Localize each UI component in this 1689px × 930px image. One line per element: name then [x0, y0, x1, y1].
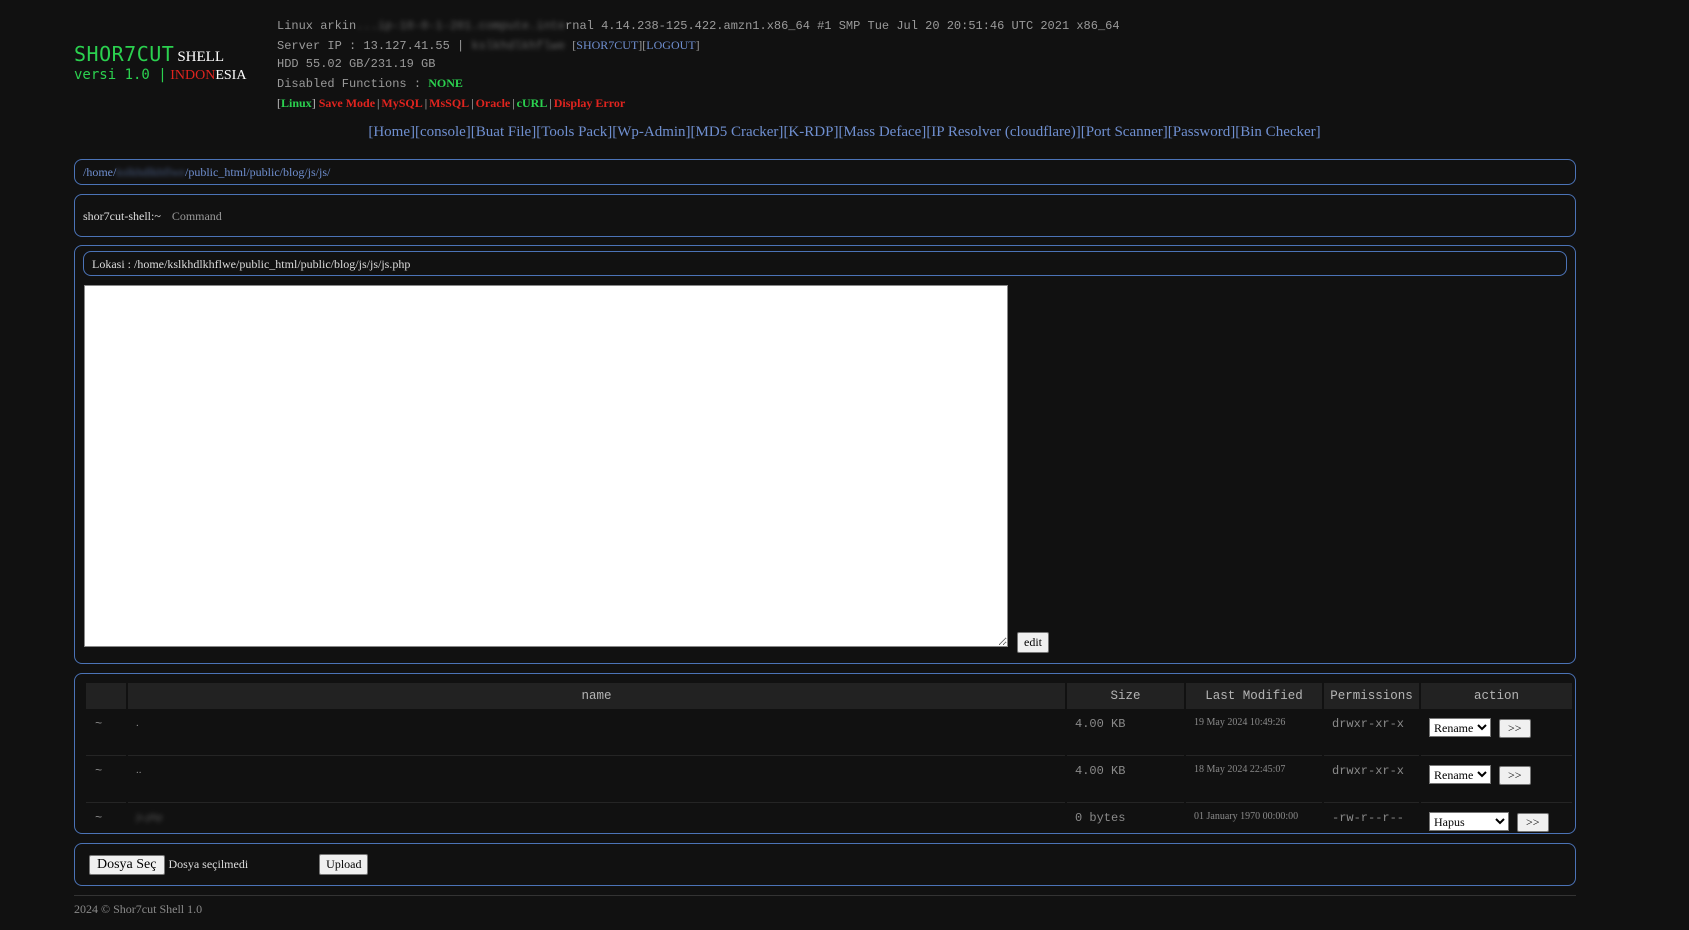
disabled-functions-line: Disabled Functions : NONE — [277, 75, 463, 91]
no-file-label: Dosya seçilmedi — [168, 857, 249, 871]
file-list-box: name Size Last Modified Permissions acti… — [74, 673, 1576, 850]
file-name-link[interactable]: js.php — [136, 811, 163, 823]
console-box: shor7cut-shell:~ — [74, 194, 1576, 237]
col-header-size: Size — [1067, 683, 1184, 709]
action-go-button[interactable]: >> — [1499, 718, 1531, 738]
file-modified: 19 May 2024 10:49:26 — [1186, 709, 1322, 756]
table-row: ~ .. 4.00 KB 18 May 2024 22:45:07 drwxr-… — [86, 756, 1572, 803]
table-row: ~ . 4.00 KB 19 May 2024 10:49:26 drwxr-x… — [86, 709, 1572, 756]
nav-ip-resolver[interactable]: [IP Resolver (cloudflare)] — [926, 124, 1080, 140]
feature-linux: Linux — [281, 96, 312, 110]
path-segment-redacted[interactable]: kslkhdlkhflwe — [116, 165, 185, 179]
file-permissions: drwxr-xr-x — [1324, 709, 1419, 756]
path-segment-home[interactable]: /home/ — [83, 165, 116, 179]
col-header-action: action — [1421, 683, 1572, 709]
redacted-user: kslkhdlkhflwe — [471, 38, 566, 53]
col-header-name: name — [128, 683, 1065, 709]
feature-curl: cURL — [516, 96, 548, 110]
logout-link[interactable]: LOGOUT — [646, 38, 695, 52]
nav-mass-deface[interactable]: [Mass Deface] — [838, 124, 926, 140]
nav-k-rdp[interactable]: [K-RDP] — [783, 124, 838, 140]
feature-mssql: MsSQL — [429, 96, 470, 110]
upload-button[interactable]: Upload — [319, 854, 369, 875]
file-modified: 18 May 2024 22:45:07 — [1186, 756, 1322, 803]
action-go-button[interactable]: >> — [1517, 812, 1549, 832]
console-prompt: shor7cut-shell:~ — [83, 209, 161, 223]
action-select[interactable]: Hapus — [1429, 812, 1509, 831]
footer: 2024 © Shor7cut Shell 1.0 — [74, 902, 203, 916]
nav-wp-admin[interactable]: [Wp-Admin] — [612, 124, 690, 140]
shor7cut-link[interactable]: SHOR7CUT — [576, 38, 638, 52]
feature-status-list: [Linux] Save Mode | MySQL | MsSQL | Oracle | cUR… — [277, 96, 626, 110]
file-permissions: drwxr-xr-x — [1324, 756, 1419, 803]
uname-line: Linux arkin...ip-10-0-1-201.compute.inte… — [277, 19, 1120, 33]
file-size: 4.00 KB — [1067, 709, 1184, 756]
col-header-blank — [86, 683, 126, 709]
command-input[interactable] — [169, 208, 574, 225]
logo: SHOR7CUT SHELL versi 1.0 | INDONESIA — [74, 42, 246, 84]
col-header-permissions: Permissions — [1324, 683, 1419, 709]
logo-version: versi 1.0 | — [74, 67, 167, 83]
path-breadcrumb: /home/kslkhdlkhflwe/public_html/public/b… — [74, 159, 1576, 185]
nav-password[interactable]: [Password] — [1168, 124, 1236, 140]
redacted-hostname: ...ip-10-0-1-201.compute.inte — [356, 19, 566, 33]
nav-port-scanner[interactable]: [Port Scanner] — [1081, 124, 1168, 140]
hdd-line: HDD 55.02 GB/231.19 GB — [277, 57, 436, 71]
nav-buat-file[interactable]: [Buat File] — [471, 124, 536, 140]
logo-shell: SHELL — [177, 49, 224, 65]
choose-file-button[interactable]: Dosya Seç — [89, 855, 165, 875]
file-editor-box: Lokasi : /home/kslkhdlkhflwe/public_html… — [74, 245, 1576, 664]
nav-home[interactable]: [Home] — [368, 124, 415, 140]
edit-button[interactable]: edit — [1017, 632, 1049, 653]
row-tilde: ~ — [86, 756, 126, 803]
file-content-editor[interactable] — [84, 285, 1008, 647]
nav-md5-cracker[interactable]: [MD5 Cracker] — [691, 124, 784, 140]
top-navigation: [Home][console][Buat File][Tools Pack][W… — [0, 124, 1689, 141]
nav-bin-checker[interactable]: [Bin Checker] — [1235, 124, 1320, 140]
feature-mysql: MySQL — [381, 96, 423, 110]
disabled-functions-value: NONE — [428, 75, 463, 90]
path-segment-rest[interactable]: /public_html/public/blog/js/js/ — [185, 165, 330, 179]
feature-oracle: Oracle — [475, 96, 511, 110]
table-header-row: name Size Last Modified Permissions acti… — [86, 683, 1572, 709]
logo-indo: INDON — [170, 68, 216, 83]
feature-display-error: Display Error — [553, 96, 626, 110]
file-size: 4.00 KB — [1067, 756, 1184, 803]
row-tilde: ~ — [86, 709, 126, 756]
action-select[interactable]: Rename — [1429, 765, 1491, 784]
action-go-button[interactable]: >> — [1499, 765, 1531, 785]
file-name-link[interactable]: . — [136, 717, 139, 729]
action-select[interactable]: Rename — [1429, 718, 1491, 737]
system-info: Linux arkin...ip-10-0-1-201.compute.inte… — [277, 17, 1120, 113]
file-location: Lokasi : /home/kslkhdlkhflwe/public_html… — [83, 251, 1567, 276]
server-ip-line: Server IP : 13.127.41.55 | kslkhdlkhflwe… — [277, 37, 700, 53]
file-table: name Size Last Modified Permissions acti… — [84, 683, 1574, 850]
upload-box: Dosya Seç Dosya seçilmedi Upload — [74, 843, 1576, 886]
logo-brand: SHOR7CUT — [74, 42, 175, 66]
logo-nesia: ESIA — [215, 68, 247, 83]
file-name-link[interactable]: .. — [136, 764, 142, 776]
footer-divider — [74, 895, 1576, 896]
feature-save-mode: Save Mode — [318, 96, 376, 110]
nav-console[interactable]: [console] — [415, 124, 471, 140]
nav-tools-pack[interactable]: [Tools Pack] — [536, 124, 612, 140]
col-header-modified: Last Modified — [1186, 683, 1322, 709]
